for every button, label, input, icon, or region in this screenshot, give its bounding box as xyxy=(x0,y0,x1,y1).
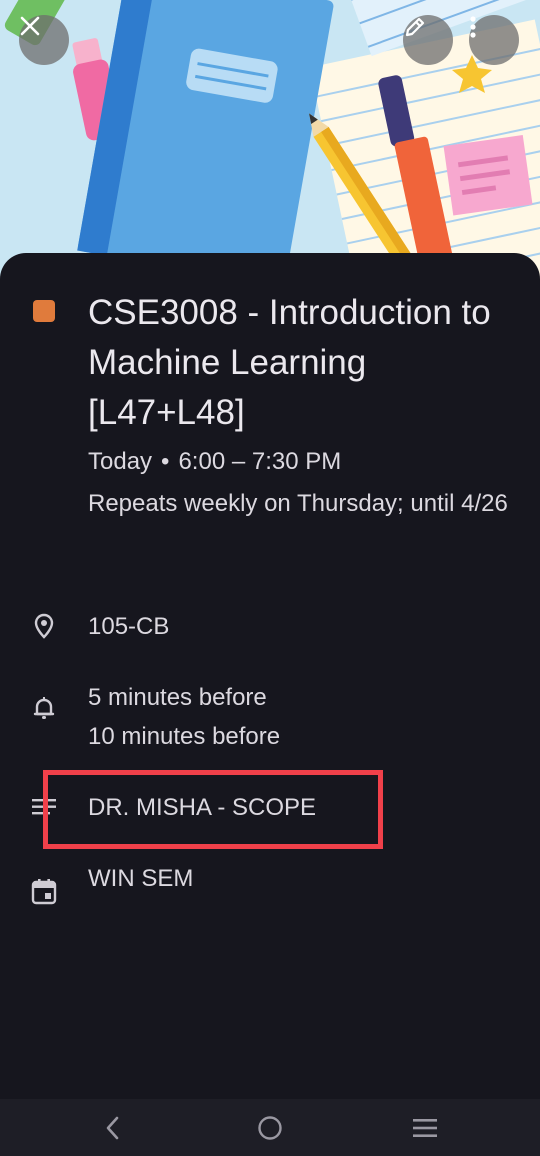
reminder-item: 5 minutes before xyxy=(88,684,267,711)
close-icon xyxy=(20,16,40,36)
stationery-illustration xyxy=(0,0,540,290)
nav-back-button[interactable] xyxy=(98,1113,128,1143)
event-title: CSE3008 - Introduction to Machine Learni… xyxy=(88,293,491,432)
nav-recents-button[interactable] xyxy=(410,1113,440,1143)
calendar-icon xyxy=(31,879,57,905)
event-recurrence: Repeats weekly on Thursday; until 4/26 xyxy=(88,490,508,517)
highlight-box xyxy=(43,770,383,849)
system-navigation-bar xyxy=(0,1099,540,1156)
edit-pencil-icon xyxy=(405,17,425,37)
back-icon xyxy=(106,1116,119,1140)
event-calendar-name: WIN SEM xyxy=(88,865,194,892)
event-header-illustration xyxy=(0,0,540,290)
reminder-item: 10 minutes before xyxy=(88,723,281,750)
event-location[interactable]: 105-CB xyxy=(88,607,169,646)
event-detail-screen: CSE3008 - Introduction to Machine Learni… xyxy=(0,0,540,1156)
location-pin-icon xyxy=(34,613,54,639)
event-datetime: Today • 6:00 – 7:30 PM xyxy=(88,444,341,480)
more-options-button[interactable] xyxy=(469,15,519,65)
nav-home-button[interactable] xyxy=(255,1113,285,1143)
event-color-swatch xyxy=(33,300,55,322)
event-time: 6:00 – 7:30 PM xyxy=(178,448,342,475)
bell-icon xyxy=(33,697,55,719)
more-vert-icon xyxy=(470,16,476,38)
event-day: Today xyxy=(88,448,153,475)
edit-button[interactable] xyxy=(403,15,453,65)
close-button[interactable] xyxy=(19,15,69,65)
home-icon xyxy=(258,1116,282,1140)
recents-icon xyxy=(413,1119,437,1137)
datetime-separator: • xyxy=(161,448,170,475)
